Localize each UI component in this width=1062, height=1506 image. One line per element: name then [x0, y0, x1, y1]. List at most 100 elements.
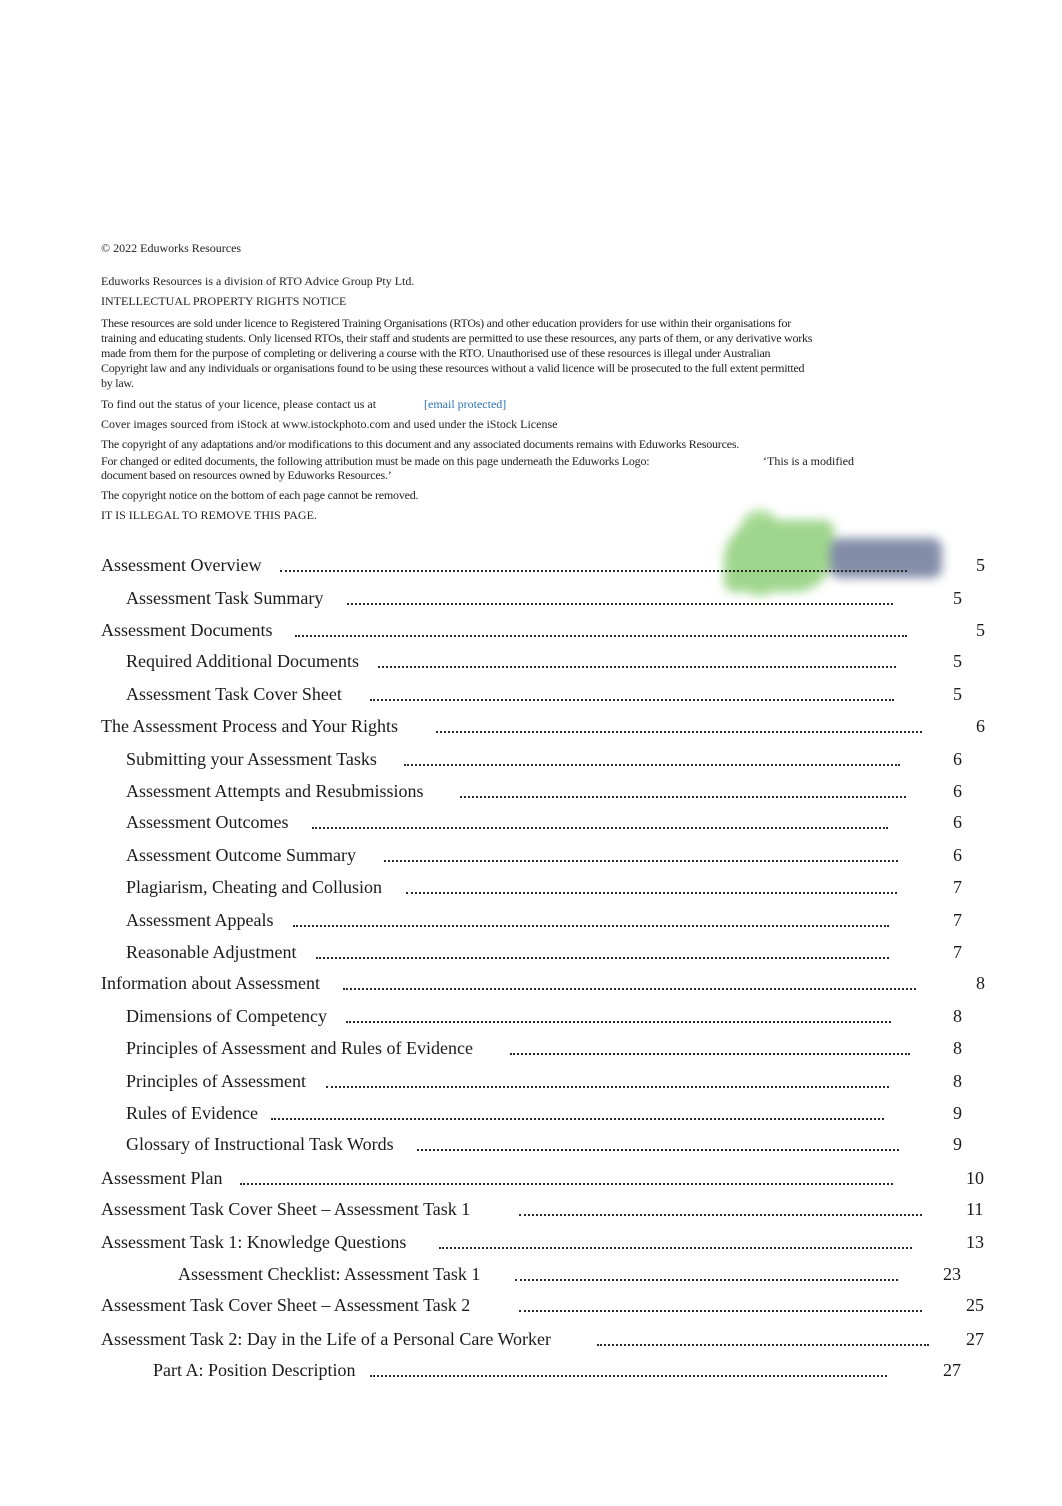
- toc-page-number: 5: [976, 620, 985, 640]
- toc-entry-label: Principles of Assessment and Rules of Ev…: [126, 1038, 473, 1058]
- toc-dot-leader: [404, 754, 900, 766]
- toc-entry[interactable]: Part A: Position Description 27: [0, 1359, 1062, 1381]
- toc-entry[interactable]: Assessment Outcomes 6: [0, 811, 1062, 833]
- cover-images-line: Cover images sourced from iStock at www.…: [101, 417, 558, 431]
- toc-entry[interactable]: Assessment Task 1: Knowledge Questions 13: [0, 1231, 1062, 1253]
- toc-dot-leader: [519, 1300, 922, 1312]
- toc-entry-label: The Assessment Process and Your Rights: [101, 716, 399, 736]
- toc-dot-leader: [515, 1269, 898, 1281]
- toc-page-number: 5: [953, 651, 962, 671]
- toc-entry-label: Assessment Task Cover Sheet: [126, 684, 342, 704]
- toc-dot-leader: [240, 1173, 893, 1185]
- toc-entry[interactable]: Submitting your Assessment Tasks 6: [0, 748, 1062, 770]
- toc-entry[interactable]: Required Additional Documents 5: [0, 650, 1062, 672]
- toc-entry-label: Assessment Task Summary: [126, 588, 324, 608]
- toc-entry[interactable]: Principles of Assessment 8: [0, 1070, 1062, 1092]
- toc-page-number: 7: [953, 910, 962, 930]
- toc-dot-leader: [343, 978, 916, 990]
- licence-status-text: To find out the status of your licence, …: [101, 397, 377, 411]
- toc-entry[interactable]: Assessment Task 2: Day in the Life of a …: [0, 1328, 1062, 1350]
- toc-page-number: 8: [953, 1006, 962, 1026]
- toc-dot-leader: [316, 947, 889, 959]
- toc-entry[interactable]: Assessment Attempts and Resubmissions 6: [0, 780, 1062, 802]
- toc-entry-label: Assessment Documents: [101, 620, 273, 640]
- contact-email-link[interactable]: [email protected]: [424, 397, 506, 412]
- toc-page-number: 8: [953, 1071, 962, 1091]
- toc-entry-label: Submitting your Assessment Tasks: [126, 749, 377, 769]
- toc-page-number: 5: [976, 555, 985, 575]
- toc-entry-label: Assessment Plan: [101, 1168, 223, 1188]
- toc-dot-leader: [326, 1076, 889, 1088]
- toc-entry[interactable]: The Assessment Process and Your Rights 6: [0, 715, 1062, 737]
- toc-dot-leader: [597, 1334, 929, 1346]
- toc-page-number: 9: [953, 1103, 962, 1123]
- attribution-line: For changed or edited documents, the fol…: [101, 454, 650, 468]
- toc-entry[interactable]: Principles of Assessment and Rules of Ev…: [0, 1037, 1062, 1059]
- toc-page-number: 6: [953, 845, 962, 865]
- toc-entry[interactable]: Glossary of Instructional Task Words 9: [0, 1133, 1062, 1155]
- division-line: Eduworks Resources is a division of RTO …: [101, 274, 415, 288]
- toc-dot-leader: [439, 1237, 912, 1249]
- toc-page-number: 6: [976, 716, 985, 736]
- toc-dot-leader: [312, 817, 888, 829]
- toc-entry[interactable]: Assessment Task Summary 5: [0, 587, 1062, 609]
- toc-entry-label: Information about Assessment: [101, 973, 320, 993]
- toc-entry[interactable]: Information about Assessment 8: [0, 972, 1062, 994]
- toc-page-number: 6: [953, 781, 962, 801]
- toc-entry[interactable]: Assessment Documents 5: [0, 619, 1062, 641]
- toc-page-number: 25: [966, 1295, 984, 1315]
- toc-entry[interactable]: Assessment Appeals 7: [0, 909, 1062, 931]
- toc-dot-leader: [370, 1365, 887, 1377]
- toc-page-number: 11: [966, 1199, 984, 1219]
- licence-paragraph: These resources are sold under licence t…: [101, 316, 813, 390]
- toc-entry-label: Assessment Task 1: Knowledge Questions: [101, 1232, 407, 1252]
- toc-page-number: 13: [966, 1232, 984, 1252]
- toc-page-number: 5: [953, 684, 962, 704]
- toc-dot-leader: [293, 915, 889, 927]
- toc-dot-leader: [460, 786, 906, 798]
- toc-entry-label: Reasonable Adjustment: [126, 942, 297, 962]
- toc-entry[interactable]: Assessment Task Cover Sheet – Assessment…: [0, 1294, 1062, 1316]
- toc-entry-label: Principles of Assessment: [126, 1071, 306, 1091]
- toc-entry[interactable]: Plagiarism, Cheating and Collusion 7: [0, 876, 1062, 898]
- copyright-line: © 2022 Eduworks Resources: [101, 241, 242, 255]
- toc-entry-label: Assessment Task 2: Day in the Life of a …: [101, 1329, 552, 1349]
- toc-dot-leader: [271, 1108, 884, 1120]
- toc-dot-leader: [280, 560, 907, 572]
- toc-entry[interactable]: Reasonable Adjustment 7: [0, 941, 1062, 963]
- toc-entry[interactable]: Assessment Overview 5: [0, 554, 1062, 576]
- toc-entry-label: Dimensions of Competency: [126, 1006, 327, 1026]
- toc-entry-label: Assessment Task Cover Sheet – Assessment…: [101, 1295, 471, 1315]
- toc-page-number: 5: [953, 588, 962, 608]
- toc-entry[interactable]: Assessment Task Cover Sheet 5: [0, 683, 1062, 705]
- toc-page-number: 6: [953, 749, 962, 769]
- toc-entry[interactable]: Assessment Task Cover Sheet – Assessment…: [0, 1198, 1062, 1220]
- toc-entry[interactable]: Assessment Outcome Summary 6: [0, 844, 1062, 866]
- toc-entry[interactable]: Assessment Checklist: Assessment Task 1 2…: [0, 1263, 1062, 1285]
- toc-dot-leader: [384, 850, 898, 862]
- toc-dot-leader: [295, 625, 907, 637]
- bottom-notice-line: The copyright notice on the bottom of ea…: [101, 488, 419, 502]
- toc-page-number: 8: [976, 973, 985, 993]
- toc-entry[interactable]: Dimensions of Competency 8: [0, 1005, 1062, 1027]
- toc-dot-leader: [406, 882, 897, 894]
- toc-entry[interactable]: Rules of Evidence 9: [0, 1102, 1062, 1124]
- toc-dot-leader: [370, 689, 894, 701]
- toc-entry-label: Assessment Task Cover Sheet – Assessment…: [101, 1199, 471, 1219]
- toc-entry[interactable]: Assessment Plan 10: [0, 1167, 1062, 1189]
- toc-page-number: 7: [953, 877, 962, 897]
- toc-entry-label: Required Additional Documents: [126, 651, 359, 671]
- toc-dot-leader: [346, 1011, 891, 1023]
- toc-entry-label: Assessment Outcome Summary: [126, 845, 356, 865]
- illegal-removal-line: IT IS ILLEGAL TO REMOVE THIS PAGE.: [101, 508, 317, 522]
- toc-entry-label: Glossary of Instructional Task Words: [126, 1134, 394, 1154]
- toc-dot-leader: [417, 1139, 899, 1151]
- toc-page-number: 8: [953, 1038, 962, 1058]
- toc-entry-label: Assessment Checklist: Assessment Task 1: [178, 1264, 481, 1284]
- toc-page-number: 7: [953, 942, 962, 962]
- toc-page-number: 23: [943, 1264, 961, 1284]
- toc-dot-leader: [347, 593, 893, 605]
- toc-dot-leader: [519, 1204, 922, 1216]
- toc-entry-label: Part A: Position Description: [153, 1360, 356, 1380]
- toc-page-number: 9: [953, 1134, 962, 1154]
